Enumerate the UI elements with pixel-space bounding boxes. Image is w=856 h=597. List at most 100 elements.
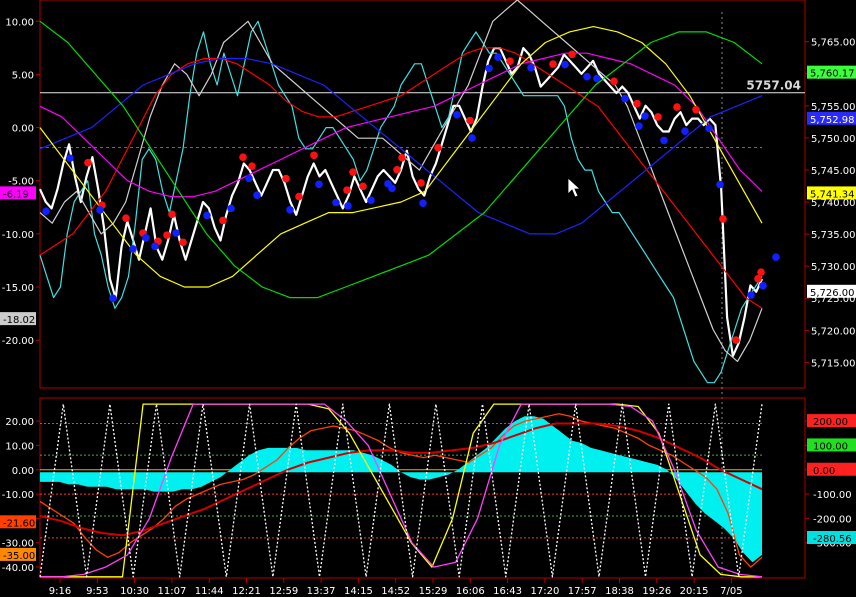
low-marker [203, 211, 211, 220]
x-tick-label: 16:43 [493, 586, 522, 597]
low-marker [593, 74, 601, 83]
low-marker [527, 63, 535, 72]
high-marker [568, 50, 576, 59]
high-marker [359, 182, 367, 191]
low-marker [561, 60, 569, 69]
value-label: 5,752.98 [810, 115, 855, 126]
x-tick-label: 9:16 [49, 586, 71, 597]
osc-right-tick-label: -100.00 [813, 490, 852, 501]
right-tick-label: 5,715.00 [811, 358, 856, 369]
x-axis: 9:16 9:53 10:30 11:07 11:44 12:21 12:59 13:37 14… [49, 578, 743, 597]
high-marker [506, 57, 514, 65]
low-marker [759, 281, 767, 290]
high-marker [692, 105, 700, 114]
x-tick-label: 20:15 [680, 586, 709, 597]
right-tick-label: 5,755.00 [811, 102, 856, 113]
osc-left-tick-label: 0.00 [12, 466, 34, 477]
right-tick-label: 5,730.00 [811, 262, 856, 273]
low-marker [747, 291, 755, 299]
low-marker [286, 205, 294, 214]
high-marker [122, 214, 130, 222]
right-tick-label: 5,750.00 [811, 134, 856, 145]
x-tick-label: 11:44 [195, 586, 224, 597]
osc-value-label: 100.00 [813, 441, 848, 452]
high-marker [549, 60, 557, 68]
value-label: 5,726.00 [810, 288, 855, 299]
low-marker [705, 124, 713, 133]
osc-left-tick-label: -40.00 [2, 563, 34, 574]
high-marker [434, 143, 442, 152]
high-marker [654, 113, 662, 121]
high-marker [248, 162, 256, 171]
left-value-label: -6.19 [3, 189, 29, 200]
left-tick-label: -10.00 [2, 230, 34, 241]
high-marker [732, 336, 740, 344]
left-tick-label: 5.00 [12, 70, 34, 81]
high-marker [282, 174, 290, 183]
high-marker [673, 103, 681, 111]
low-marker [172, 229, 180, 237]
oscillator-panel: 20.0010.000.00-10.00-20.00-30.00-40.0020… [0, 397, 856, 579]
low-marker [151, 242, 159, 251]
low-marker [332, 198, 340, 207]
x-tick-label: 12:59 [269, 586, 298, 597]
high-marker [84, 158, 92, 167]
high-marker [310, 151, 318, 160]
x-tick-label: 16:06 [456, 586, 485, 597]
left-tick-label: 10.00 [5, 17, 34, 28]
osc-left-tick-label: -10.00 [2, 490, 34, 501]
low-marker [315, 180, 323, 189]
x-tick-label: 14:15 [344, 586, 373, 597]
right-tick-label: 5,735.00 [811, 230, 856, 241]
low-marker [621, 94, 629, 103]
cursor-layer [567, 177, 582, 198]
x-tick-label: 12:21 [232, 586, 261, 597]
low-marker [129, 245, 137, 253]
low-marker [681, 127, 689, 135]
mouse-pointer-icon [567, 177, 582, 198]
high-marker [239, 153, 247, 161]
osc-left-value-label: -21.60 [3, 518, 35, 529]
low-marker [772, 253, 780, 261]
value-label: 5,760.17 [810, 69, 855, 80]
left-tick-label: -5.00 [8, 177, 34, 188]
left-tick-label: -15.00 [2, 283, 34, 294]
high-marker [633, 99, 641, 108]
low-marker [485, 64, 493, 73]
x-tick-label: 11:07 [157, 586, 186, 597]
high-marker [610, 77, 618, 86]
high-marker [754, 274, 762, 283]
low-marker [142, 234, 150, 242]
high-marker [417, 179, 425, 187]
reference-value-label: 5757.04 [746, 79, 801, 93]
chart-canvas: 10.00 5.00 0.00 -5.00 -10.00 -15.00 -20.00 5,76… [0, 0, 856, 597]
x-tick-label: 13:37 [307, 586, 336, 597]
high-marker [393, 165, 401, 174]
histogram-area [40, 416, 762, 563]
osc-right-tick-label: -200.00 [813, 514, 852, 525]
low-marker [453, 111, 461, 119]
osc-left-value-label: -35.00 [3, 551, 35, 562]
high-marker [295, 192, 303, 201]
high-marker [219, 216, 227, 225]
low-marker [253, 191, 261, 200]
low-marker [109, 294, 117, 303]
high-marker [466, 116, 474, 125]
low-marker [641, 112, 649, 120]
x-tick-label: 7/05 [720, 586, 742, 597]
low-marker [468, 134, 476, 142]
osc-left-tick-label: 20.00 [5, 417, 34, 428]
x-tick-label: 17:57 [568, 586, 597, 597]
left-tick-label: 0.00 [12, 124, 34, 135]
x-tick-label: 10:30 [120, 586, 149, 597]
high-marker [179, 238, 187, 247]
low-marker [66, 154, 74, 162]
low-marker [494, 53, 502, 61]
low-marker [419, 199, 427, 207]
low-marker [388, 184, 396, 193]
osc-left-tick-label: 10.00 [5, 441, 34, 452]
right-tick-label: 5,765.00 [811, 38, 856, 49]
high-marker [398, 153, 406, 162]
low-marker [245, 174, 253, 183]
right-tick-label: 5,720.00 [811, 326, 856, 337]
